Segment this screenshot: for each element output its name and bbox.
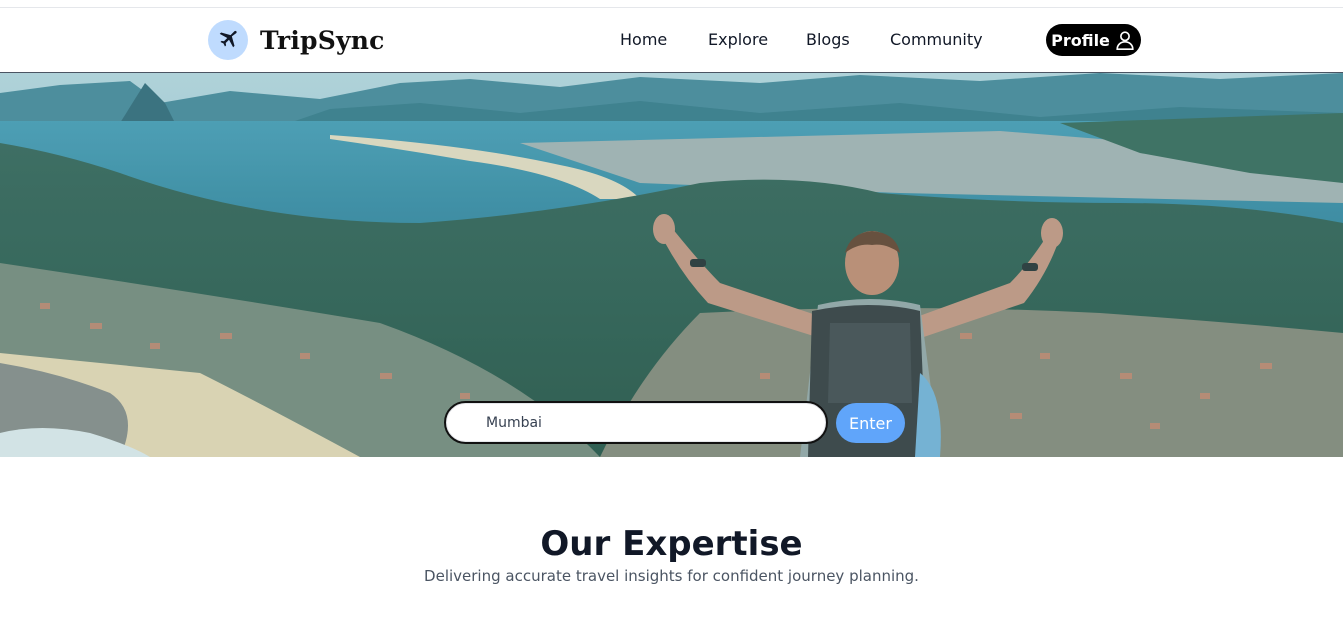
navbar: TripSync Home Explore Blogs Community Pr…	[0, 8, 1343, 73]
nav-blogs[interactable]: Blogs	[806, 30, 850, 49]
nav-home[interactable]: Home	[620, 30, 667, 49]
main-nav: Home Explore Blogs Community	[0, 8, 1343, 72]
profile-label: Profile	[1051, 30, 1110, 50]
enter-button[interactable]: Enter	[836, 403, 905, 443]
nav-community[interactable]: Community	[890, 30, 983, 49]
destination-search-input[interactable]	[444, 401, 828, 444]
profile-button[interactable]: Profile	[1046, 24, 1141, 56]
section-title: Our Expertise	[540, 524, 803, 564]
hero-image	[0, 73, 1343, 457]
user-icon	[1116, 31, 1134, 50]
hero-banner: Enter	[0, 73, 1343, 457]
nav-explore[interactable]: Explore	[708, 30, 768, 49]
top-strip	[0, 0, 1343, 8]
section-subtitle: Delivering accurate travel insights for …	[424, 567, 919, 585]
